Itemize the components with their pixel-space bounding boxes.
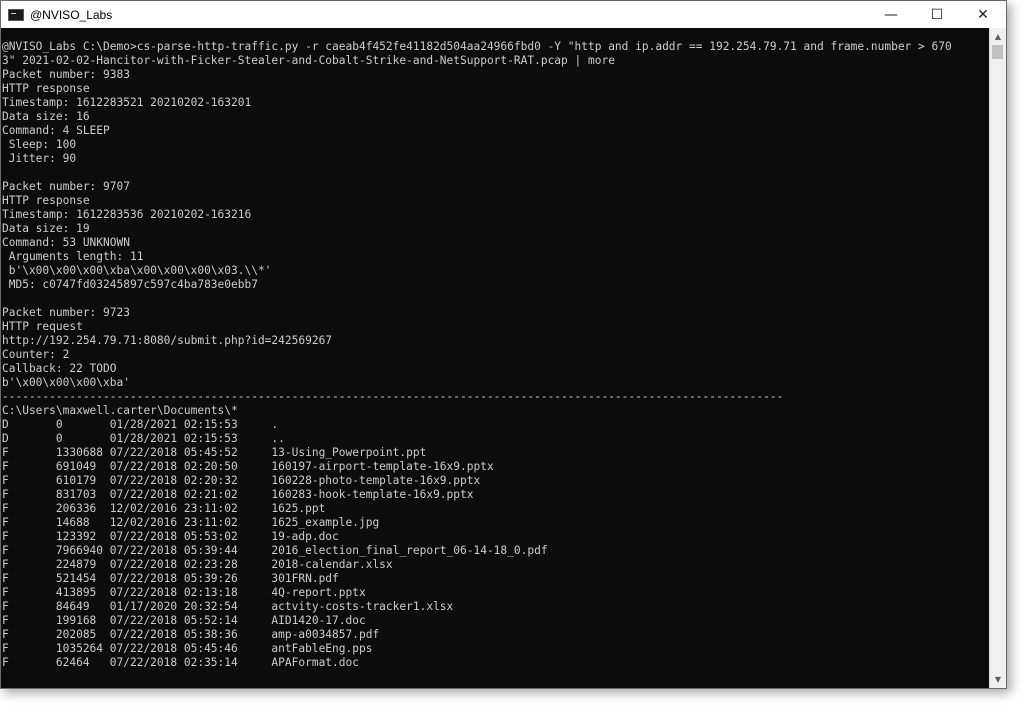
console-app-icon — [8, 8, 24, 21]
maximize-button[interactable]: ☐ — [914, 1, 960, 28]
console-line: D 0 01/28/2021 02:15:53 .. — [2, 432, 285, 445]
console-line: F 7966940 07/22/2018 05:39:44 2016_elect… — [2, 544, 548, 557]
console-line: F 62464 07/22/2018 02:35:14 APAFormat.do… — [2, 656, 359, 669]
console-line: F 521454 07/22/2018 05:39:26 301FRN.pdf — [2, 572, 339, 585]
scroll-thumb[interactable] — [992, 45, 1003, 59]
console-line: Sleep: 100 — [2, 138, 77, 151]
console-line: Packet number: 9383 — [2, 68, 130, 81]
console-output[interactable]: @NVISO_Labs C:\Demo>cs-parse-http-traffi… — [1, 28, 989, 688]
console-line: F 84649 01/17/2020 20:32:54 actvity-cost… — [2, 600, 454, 613]
console-line: b'\x00\x00\x00\xba' — [2, 376, 130, 389]
console-line: HTTP response — [2, 194, 90, 207]
console-line: Packet number: 9707 — [2, 180, 130, 193]
minimize-button[interactable]: — — [868, 1, 914, 28]
console-line: Timestamp: 1612283521 20210202-163201 — [2, 96, 252, 109]
console-line: b'\x00\x00\x00\xba\x00\x00\x00\x03.\\*' — [2, 264, 272, 277]
console-line: F 206336 12/02/2016 23:11:02 1625.ppt — [2, 502, 326, 515]
console-line: F 202085 07/22/2018 05:38:36 amp-a003485… — [2, 628, 380, 641]
console-line: F 831703 07/22/2018 02:21:02 160283-hook… — [2, 488, 474, 501]
console-line: HTTP response — [2, 82, 90, 95]
console-line: Timestamp: 1612283536 20210202-163216 — [2, 208, 252, 221]
console-line: F 413895 07/22/2018 02:13:18 4Q-report.p… — [2, 586, 366, 599]
console-line: MD5: c0747fd03245897c597c4ba783e0ebb7 — [2, 278, 258, 291]
scroll-down-arrow-icon[interactable]: ▼ — [990, 671, 1006, 688]
scroll-up-arrow-icon[interactable]: ▲ — [990, 28, 1006, 45]
console-line: F 123392 07/22/2018 05:53:02 19-adp.doc — [2, 530, 339, 543]
console-line: HTTP request — [2, 320, 83, 333]
console-line: Arguments length: 11 — [2, 250, 144, 263]
console-line: http://192.254.79.71:8080/submit.php?id=… — [2, 334, 333, 347]
console-line: Data size: 16 — [2, 110, 90, 123]
console-line: Jitter: 90 — [2, 152, 77, 165]
console-line: F 610179 07/22/2018 02:20:32 160228-phot… — [2, 474, 481, 487]
window-title: @NVISO_Labs — [30, 7, 113, 22]
console-line: F 14688 12/02/2016 23:11:02 1625_example… — [2, 516, 380, 529]
close-button[interactable]: ✕ — [960, 1, 1006, 28]
console-line: Command: 53 UNKNOWN — [2, 236, 130, 249]
console-line: F 199168 07/22/2018 05:52:14 AID1420-17.… — [2, 614, 366, 627]
title-bar[interactable]: @NVISO_Labs — ☐ ✕ — [1, 1, 1006, 28]
console-line: Callback: 22 TODO — [2, 362, 117, 375]
console-line: F 1330688 07/22/2018 05:45:52 13-Using_P… — [2, 446, 427, 459]
console-line: ----------------------------------------… — [2, 390, 784, 403]
console-line: D 0 01/28/2021 02:15:53 . — [2, 418, 279, 431]
console-window: @NVISO_Labs — ☐ ✕ @NVISO_Labs C:\Demo>cs… — [0, 0, 1007, 689]
console-line: Command: 4 SLEEP — [2, 124, 110, 137]
console-line: Counter: 2 — [2, 348, 70, 361]
console-line: Data size: 19 — [2, 222, 90, 235]
vertical-scrollbar[interactable]: ▲ ▼ — [989, 28, 1006, 688]
console-line: 3" 2021-02-02-Hancitor-with-Ficker-Steal… — [2, 54, 615, 67]
console-line: Packet number: 9723 — [2, 306, 130, 319]
console-line: F 1035264 07/22/2018 05:45:46 antFableEn… — [2, 642, 373, 655]
console-line: @NVISO_Labs C:\Demo>cs-parse-http-traffi… — [2, 40, 952, 53]
console-line: F 224879 07/22/2018 02:23:28 2018-calend… — [2, 558, 393, 571]
console-text: @NVISO_Labs C:\Demo>cs-parse-http-traffi… — [2, 40, 989, 670]
console-line: C:\Users\maxwell.carter\Documents\* — [2, 404, 238, 417]
console-line: F 691049 07/22/2018 02:20:50 160197-airp… — [2, 460, 494, 473]
